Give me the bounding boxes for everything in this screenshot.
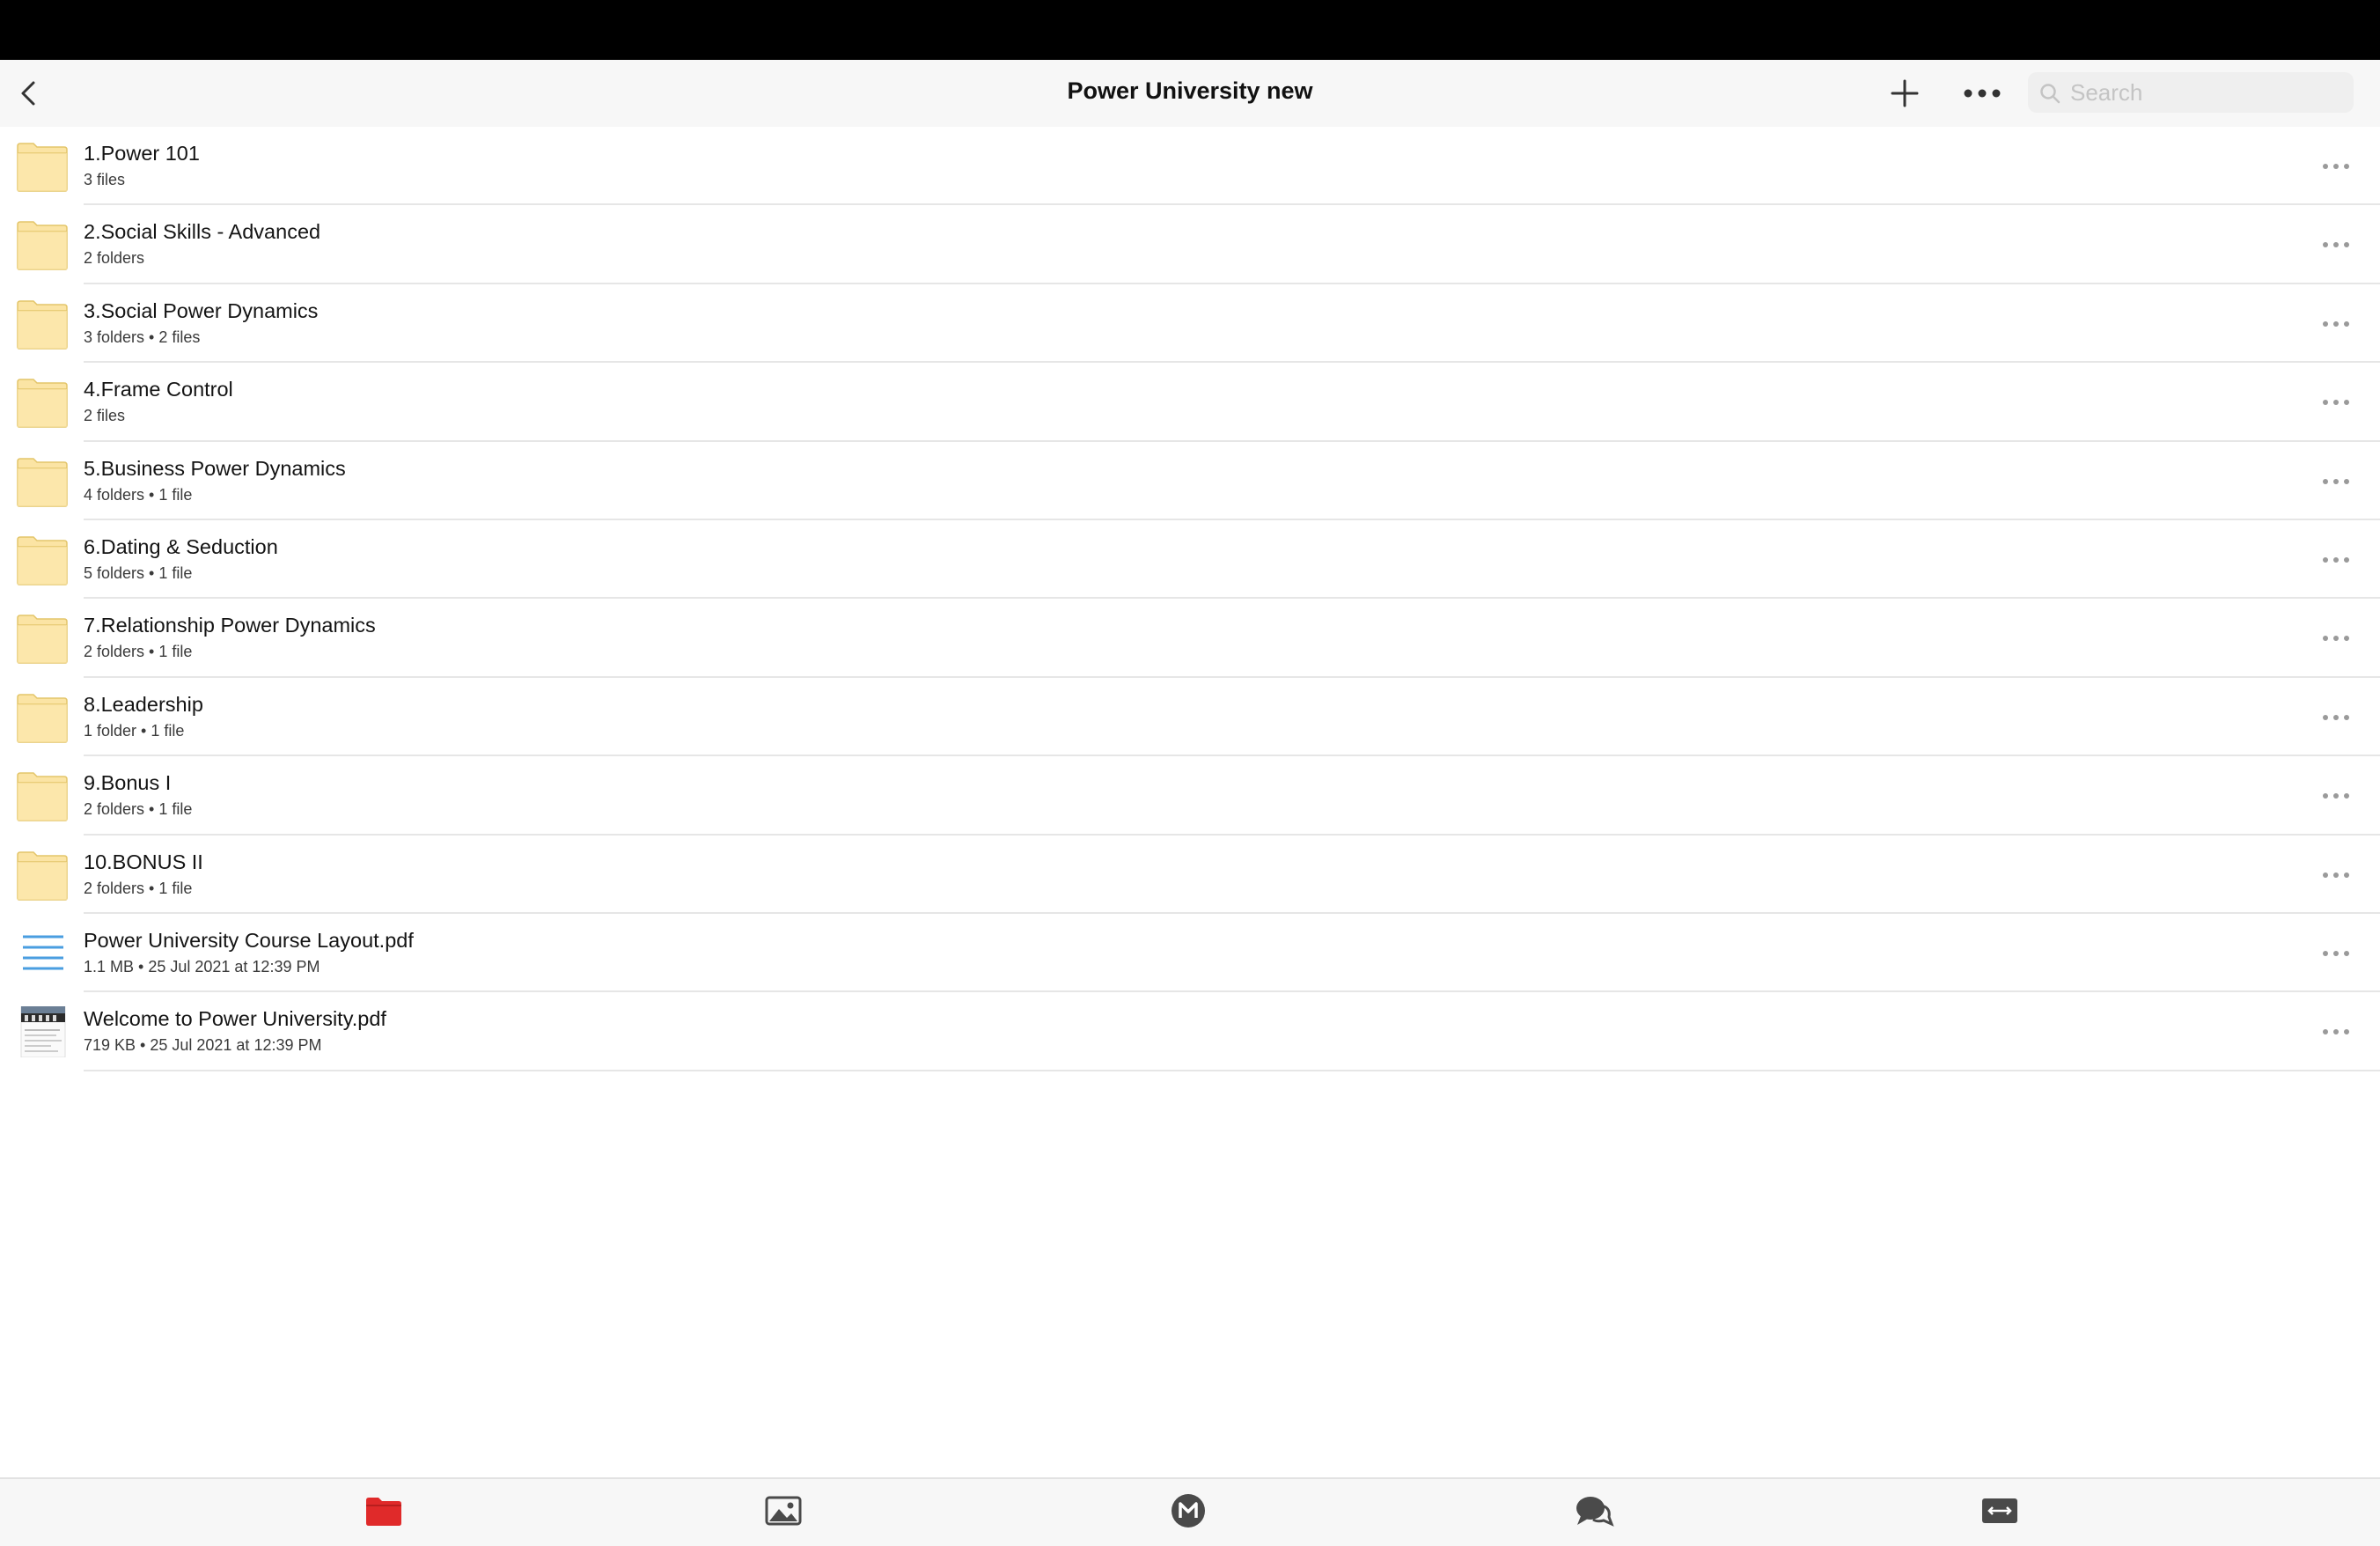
item-name: 9.Bonus I [84,771,172,795]
search-field[interactable] [2028,72,2354,113]
ellipsis-icon [2323,872,2349,878]
ellipsis-icon [2323,400,2349,406]
search-input[interactable] [2070,72,2343,113]
item-more-button[interactable] [2318,1019,2354,1045]
tab-home[interactable] [1167,1491,1209,1530]
folder-row[interactable]: 9.Bonus I 2 folders • 1 file [0,756,2380,836]
folder-icon [16,692,69,743]
item-more-button[interactable] [2318,783,2354,809]
chat-icon [1576,1497,1614,1527]
item-details: 3 folders • 2 files [84,328,201,346]
item-more-button[interactable] [2318,547,2354,573]
folder-row[interactable]: 10.BONUS II 2 folders • 1 file [0,836,2380,914]
tab-transfers[interactable] [1979,1491,2021,1530]
file-row[interactable]: Welcome to Power University.pdf 719 KB • … [0,992,2380,1071]
ellipsis-icon [1964,89,2001,98]
folder-icon [366,1498,401,1526]
ellipsis-icon [2323,950,2349,956]
item-name: 3.Social Power Dynamics [84,298,319,322]
item-name: 2.Social Skills - Advanced [84,220,321,244]
back-button[interactable] [12,76,48,111]
item-details: 2 folders • 1 file [84,800,193,819]
folder-icon [16,219,69,271]
mega-logo-icon [1172,1494,1205,1528]
chevron-left-icon [21,81,35,106]
folder-icon [16,850,69,901]
item-name: 5.Business Power Dynamics [84,456,346,480]
ellipsis-icon [2323,1029,2349,1035]
page-title: Power University new [1067,77,1313,104]
folder-row[interactable]: 6.Dating & Seduction 5 folders • 1 file [0,520,2380,600]
item-details: 3 files [84,171,126,188]
ellipsis-icon [2323,793,2349,799]
folder-icon [16,141,69,192]
document-icon [16,928,69,979]
folder-icon [16,377,69,428]
item-more-button[interactable] [2318,232,2354,258]
ellipsis-icon [2323,164,2349,169]
search-icon [2040,84,2060,104]
more-options-button[interactable] [1961,76,2003,111]
item-more-button[interactable] [2318,940,2354,967]
folder-icon [16,770,69,821]
folder-row[interactable]: 2.Social Skills - Advanced 2 folders [0,205,2380,284]
folder-row[interactable]: 3.Social Power Dynamics 3 folders • 2 fil… [0,284,2380,364]
status-bar [0,0,2380,60]
item-details: 1.1 MB • 25 Jul 2021 at 12:39 PM [84,957,320,975]
tab-camera-uploads[interactable] [762,1491,804,1530]
tab-cloud-drive[interactable] [363,1491,405,1530]
row-divider [84,1069,2380,1071]
item-more-button[interactable] [2318,311,2354,337]
item-name: Welcome to Power University.pdf [84,1007,386,1031]
ellipsis-icon [2323,478,2349,484]
ellipsis-icon [2323,320,2349,327]
item-details: 1 folder • 1 file [84,721,185,740]
folder-row[interactable]: 5.Business Power Dynamics 4 folders • 1 f… [0,442,2380,520]
item-more-button[interactable] [2318,862,2354,888]
pdf-thumbnail-icon [16,1005,69,1058]
item-details: 5 folders • 1 file [84,563,193,582]
tab-bar [0,1477,2380,1546]
item-name: 6.Dating & Seduction [84,534,278,558]
item-more-button[interactable] [2318,468,2354,495]
item-details: 2 files [84,407,126,425]
item-name: 10.BONUS II [84,850,203,873]
item-name: 4.Frame Control [84,378,233,401]
item-details: 2 folders • 1 file [84,643,193,661]
ellipsis-icon [2323,556,2349,563]
item-details: 2 folders [84,249,145,268]
folder-row[interactable]: 8.Leadership 1 folder • 1 file [0,678,2380,757]
ellipsis-icon [2323,714,2349,720]
folder-row[interactable]: 4.Frame Control 2 files [0,363,2380,442]
folder-icon [16,456,69,507]
file-row[interactable]: Power University Course Layout.pdf 1.1 MB… [0,914,2380,993]
item-details: 2 folders • 1 file [84,879,193,897]
item-more-button[interactable] [2318,625,2354,652]
item-more-button[interactable] [2318,389,2354,416]
ellipsis-icon [2323,636,2349,642]
item-name: 7.Relationship Power Dynamics [84,614,376,637]
plus-icon [1891,79,1919,107]
photo-icon [765,1496,802,1526]
navigation-bar: Power University new [0,60,2380,127]
item-details: 719 KB • 25 Jul 2021 at 12:39 PM [84,1036,322,1055]
transfers-icon [1982,1498,2017,1523]
file-list: 1.Power 101 3 files 2.Social Skills - Adva… [0,127,2380,1071]
item-details: 4 folders • 1 file [84,485,193,504]
folder-row[interactable]: 7.Relationship Power Dynamics 2 folders •… [0,599,2380,678]
item-name: 1.Power 101 [84,142,200,165]
item-name: Power University Course Layout.pdf [84,928,414,952]
item-name: 8.Leadership [84,692,203,716]
folder-row[interactable]: 1.Power 101 3 files [0,127,2380,206]
ellipsis-icon [2323,242,2349,248]
item-more-button[interactable] [2318,704,2354,731]
folder-icon [16,298,69,350]
folder-icon [16,534,69,585]
item-more-button[interactable] [2318,153,2354,180]
tab-chat[interactable] [1572,1491,1614,1530]
folder-icon [16,613,69,665]
add-button[interactable] [1887,76,1922,111]
